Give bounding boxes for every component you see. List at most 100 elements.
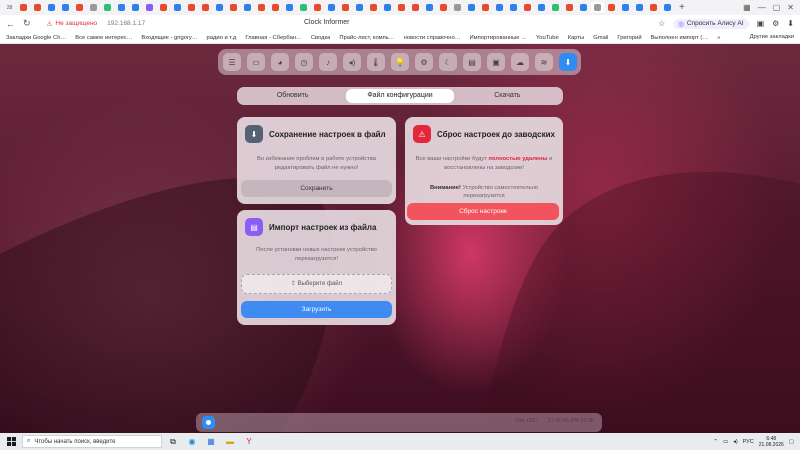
reload-icon[interactable]: ↻ (23, 18, 31, 29)
browser-tab[interactable] (423, 2, 436, 13)
browser-tab[interactable] (87, 2, 100, 13)
browser-tab[interactable] (647, 2, 660, 13)
browser-tab[interactable] (465, 2, 478, 13)
cloud-icon[interactable]: ☁ (511, 53, 529, 71)
windows-start-icon[interactable] (0, 437, 22, 446)
download-icon[interactable]: ⬇ (559, 53, 577, 71)
tab-config-file[interactable]: Файл конфигурации (346, 89, 454, 103)
browser-tab[interactable] (395, 2, 408, 13)
bookmark-item[interactable]: Карты (568, 35, 585, 41)
browser-tab[interactable] (45, 2, 58, 13)
thermometer-icon[interactable]: 🌡 (367, 53, 385, 71)
browser-tab[interactable] (157, 2, 170, 13)
browser-tab[interactable] (227, 2, 240, 13)
browser-tab[interactable] (283, 2, 296, 13)
bookmark-item[interactable]: Главная - Сбербан… (245, 35, 302, 41)
browser-tab[interactable] (115, 2, 128, 13)
minimize-icon[interactable]: — (758, 3, 766, 12)
display-icon[interactable]: ▤ (463, 53, 481, 71)
browser-tab[interactable] (619, 2, 632, 13)
tab-download[interactable]: Скачать (454, 89, 561, 103)
language-indicator[interactable]: РУС (743, 439, 754, 445)
browser-tab[interactable] (605, 2, 618, 13)
bookmark-item[interactable]: Григорий (617, 35, 641, 41)
taskbar-clock[interactable]: 6:48 21.08.2026 (759, 436, 784, 448)
clock-icon[interactable]: ◷ (295, 53, 313, 71)
browser-tab[interactable] (521, 2, 534, 13)
security-badge[interactable]: ⚠ Не защищено (47, 20, 98, 28)
browser-tab[interactable] (255, 2, 268, 13)
status-indicator-icon[interactable] (202, 416, 215, 429)
bookmark-item[interactable]: Сводка (311, 35, 331, 41)
maximize-icon[interactable]: ▢ (773, 3, 781, 12)
upload-button[interactable]: Загрузить (241, 301, 392, 318)
browser-tab[interactable] (143, 2, 156, 13)
tab-refresh[interactable]: Обновить (239, 89, 346, 103)
browser-tab[interactable] (535, 2, 548, 13)
bookmark-item[interactable]: радио и т.д (207, 35, 237, 41)
tray-expand-icon[interactable]: ⌃ (713, 439, 718, 445)
store-icon[interactable]: ▦ (203, 435, 219, 448)
browser-tab[interactable] (73, 2, 86, 13)
choose-file-button[interactable]: ⇪ Выберите файл (241, 274, 392, 294)
notifications-icon[interactable]: ▢ (789, 439, 794, 445)
browser-tab[interactable] (409, 2, 422, 13)
bookmark-item[interactable]: новости справочно… (404, 35, 461, 41)
bulb-icon[interactable]: 💡 (391, 53, 409, 71)
browser-tab[interactable] (311, 2, 324, 13)
bookmark-item[interactable]: Все самое интерес… (75, 35, 132, 41)
browser-tab[interactable] (591, 2, 604, 13)
browser-tab[interactable] (437, 2, 450, 13)
browser-tab[interactable] (507, 2, 520, 13)
bookmark-item[interactable]: YouTube (536, 35, 559, 41)
factory-reset-button[interactable]: Сброс настроек (407, 203, 559, 220)
browser-tab[interactable] (563, 2, 576, 13)
save-button[interactable]: Сохранить (241, 180, 392, 197)
edge-icon[interactable]: ◉ (184, 435, 200, 448)
browser-tab[interactable] (17, 2, 30, 13)
other-bookmarks[interactable]: Другие закладки (750, 34, 794, 40)
browser-tab[interactable] (171, 2, 184, 13)
browser-tab[interactable] (297, 2, 310, 13)
yandex-browser-icon[interactable]: Y (241, 435, 257, 448)
browser-tab[interactable] (241, 2, 254, 13)
browser-tab[interactable] (199, 2, 212, 13)
network-icon[interactable]: ⚙ (415, 53, 433, 71)
browser-tab[interactable] (661, 2, 674, 13)
bookmark-item[interactable]: Импортированные … (470, 35, 527, 41)
bell-icon[interactable]: ♪ (319, 53, 337, 71)
explorer-icon[interactable]: ▬ (222, 435, 238, 448)
downloads-icon[interactable]: ⬇ (787, 19, 794, 28)
browser-tab[interactable] (269, 2, 282, 13)
bookmark-icon[interactable]: ☆ (658, 19, 665, 28)
volume-icon[interactable]: ◂) (343, 53, 361, 71)
browser-tab[interactable] (479, 2, 492, 13)
browser-tab[interactable] (381, 2, 394, 13)
palette-icon[interactable]: ◕ (271, 53, 289, 71)
browser-tab[interactable] (59, 2, 72, 13)
bookmarks-more-button[interactable]: » (717, 35, 720, 41)
ask-alice-button[interactable]: ◎ Спросить Алису AI (673, 18, 749, 29)
bookmark-item[interactable]: Входящие - grigory… (141, 35, 197, 41)
task-view-icon[interactable]: ⧉ (165, 435, 181, 448)
image-icon[interactable]: ▣ (487, 53, 505, 71)
browser-tab[interactable] (339, 2, 352, 13)
bookmark-item[interactable]: Прайс-лист, компь… (339, 35, 394, 41)
taskbar-search-input[interactable]: ⌕ Чтобы начать поиск, введите (22, 435, 162, 448)
url-field[interactable]: 192.168.1.17 (107, 20, 145, 27)
network-icon[interactable]: ▭ (723, 439, 728, 445)
bookmark-item[interactable]: Gmail (593, 35, 608, 41)
browser-tab[interactable] (451, 2, 464, 13)
moon-icon[interactable]: ☾ (439, 53, 457, 71)
screenshot-icon[interactable]: ▣ (757, 19, 765, 28)
browser-tab[interactable] (129, 2, 142, 13)
browser-tab[interactable] (31, 2, 44, 13)
bookmark-item[interactable]: Закладки Google Ch… (6, 35, 66, 41)
tab-list-icon[interactable]: ▦ (743, 3, 751, 12)
extensions-icon[interactable]: ⚙ (772, 19, 779, 28)
wifi-icon[interactable]: ≋ (535, 53, 553, 71)
close-icon[interactable]: ✕ (787, 3, 794, 12)
volume-icon[interactable]: ◂) (733, 439, 738, 445)
browser-tab[interactable] (367, 2, 380, 13)
new-tab-button[interactable]: + (679, 2, 685, 13)
